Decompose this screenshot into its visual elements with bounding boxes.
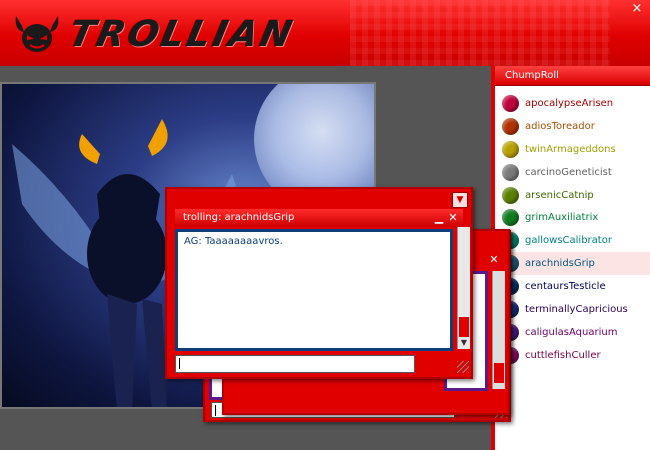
chumproll-item-label: adiosToreador [525, 120, 595, 132]
chumproll-panel: ChumpRoll apocalypseArisen adiosToreador t… [491, 66, 650, 450]
dropdown-menu-icon[interactable]: ▼ [452, 192, 468, 208]
chumproll-item-label: twinArmageddons [525, 143, 616, 155]
chumproll-item[interactable]: adiosToreador [495, 115, 650, 138]
chumproll-item[interactable]: gallowsCalibrator [495, 229, 650, 252]
chumproll-header: ChumpRoll [495, 66, 650, 86]
chum-status-icon [502, 186, 519, 204]
chumproll-item[interactable]: arsenicCatnip [495, 184, 650, 207]
chumproll-item[interactable]: arachnidsGrip [495, 252, 650, 276]
message-list: AG: Taaaaaaaavros. [184, 236, 444, 247]
app-brand-title: TROLLIAN [65, 14, 299, 55]
chumproll-item[interactable]: cuttlefishCuller [495, 344, 650, 367]
chumproll-item[interactable]: carcinoGeneticist [495, 161, 650, 184]
scroll-down-icon[interactable]: ▼ [458, 337, 470, 349]
chum-status-icon [502, 94, 519, 112]
chumproll-item-label: terminallyCapricious [525, 303, 628, 315]
resize-grip[interactable] [457, 361, 469, 373]
chumproll-item[interactable]: twinArmageddons [495, 138, 650, 161]
scroll-thumb[interactable] [459, 317, 469, 337]
chumproll-item-label: cuttlefishCuller [525, 349, 601, 361]
minimize-icon[interactable]: ▁ [433, 209, 445, 227]
close-icon[interactable]: ✕ [488, 253, 500, 267]
chat-scrollbar[interactable]: ▼ [457, 227, 470, 349]
chumproll-item-label: caligulasAquarium [525, 326, 618, 338]
chumproll-item[interactable]: grimAuxiliatrix [495, 206, 650, 229]
chumproll-item-label: grimAuxiliatrix [525, 212, 599, 224]
chumproll-item[interactable]: centaursTesticle [495, 275, 650, 298]
chat-message-area: AG: Taaaaaaaavros. [175, 229, 453, 351]
chum-status-icon [502, 163, 519, 181]
window-close-icon[interactable]: × [630, 2, 644, 16]
chat-title-bar: trolling: arachnidsGrip ▁ ✕ [175, 209, 463, 227]
chumproll-item[interactable]: terminallyCapricious [495, 298, 650, 321]
chat-window-front[interactable]: ▼ trolling: arachnidsGrip ▁ ✕ AG: Taaaaa… [165, 187, 473, 379]
close-icon[interactable]: ✕ [447, 209, 459, 227]
chat-scrollbar-middle[interactable] [492, 271, 505, 389]
chumproll-item-label: gallowsCalibrator [525, 235, 612, 247]
chumproll-item-label: carcinoGeneticist [525, 166, 612, 178]
chumproll-list: apocalypseArisen adiosToreador twinArmaged… [495, 86, 650, 367]
pixel-pattern [350, 0, 610, 66]
chum-status-icon [502, 209, 519, 227]
chumproll-item[interactable]: apocalypseArisen [495, 92, 650, 115]
chat-input[interactable] [175, 355, 415, 373]
chumproll-item-label: arachnidsGrip [525, 258, 595, 270]
chat-title: trolling: arachnidsGrip [183, 212, 295, 223]
chat-message: AG: Taaaaaaaavros. [184, 236, 283, 247]
title-bar: TROLLIAN × [0, 0, 650, 66]
chumproll-item-label: apocalypseArisen [525, 97, 614, 109]
scroll-thumb[interactable] [494, 363, 504, 383]
horned-logo-icon [15, 16, 59, 52]
chum-status-icon [502, 140, 519, 158]
chumproll-item[interactable]: caligulasAquarium [495, 321, 650, 344]
chumproll-item-label: arsenicCatnip [525, 189, 594, 201]
chum-status-icon [502, 117, 519, 135]
chumproll-item-label: centaursTesticle [525, 281, 606, 293]
